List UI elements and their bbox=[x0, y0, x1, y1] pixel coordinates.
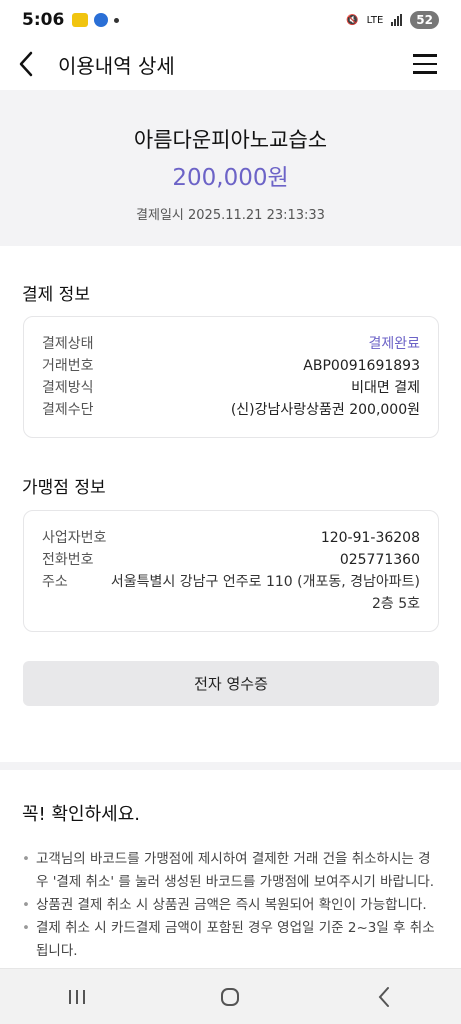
info-row-business-number: 사업자번호 120-91-36208 bbox=[42, 527, 420, 549]
app-notification-icon bbox=[94, 13, 109, 27]
row-label: 결제상태 bbox=[42, 336, 94, 352]
phone-value: 025771360 bbox=[339, 552, 420, 568]
info-row-method: 결제방식 비대면 결제 bbox=[42, 377, 420, 399]
row-label: 거래번호 bbox=[42, 358, 94, 374]
mute-icon: 🔇 bbox=[346, 14, 359, 26]
app-header: 이용내역 상세 bbox=[0, 40, 461, 88]
notice-item: 결제 취소 시 카드결제 금액이 포함된 경우 영업일 기준 2~3일 후 취소… bbox=[22, 917, 442, 963]
notice-item: 상품권 결제 취소 시 상품권 금액은 즉시 복원되어 확인이 가능합니다. bbox=[22, 894, 442, 917]
notification-icons bbox=[72, 13, 120, 27]
address-value: 서울특별시 강남구 언주로 110 (개포동, 경남아파트) 2층 5호 bbox=[111, 571, 420, 615]
row-label: 결제방식 bbox=[42, 380, 94, 396]
payment-instrument-value: (신)강남사랑상품권 200,000원 bbox=[230, 402, 420, 418]
recent-apps-button[interactable] bbox=[57, 977, 97, 1017]
merchant-info-title: 가맹점 정보 bbox=[22, 478, 106, 498]
notice-item: 고객님의 바코드를 가맹점에 제시하여 결제한 거래 건을 취소하시는 경우 '… bbox=[22, 848, 442, 894]
info-row-address: 주소 서울특별시 강남구 언주로 110 (개포동, 경남아파트) 2층 5호 bbox=[42, 571, 420, 615]
info-row-transaction-id: 거래번호 ABP0091691893 bbox=[42, 355, 420, 377]
chevron-left-icon bbox=[19, 51, 33, 77]
payment-info-card: 결제상태 결제완료 거래번호 ABP0091691893 결제방식 비대면 결제… bbox=[23, 316, 439, 438]
hamburger-icon-line bbox=[413, 71, 437, 74]
back-button[interactable] bbox=[18, 44, 48, 84]
payment-datetime: 결제일시 2025.11.21 23:13:33 bbox=[136, 208, 325, 223]
info-row-instrument: 결제수단 (신)강남사랑상품권 200,000원 bbox=[42, 399, 420, 421]
notice-title: 꼭! 확인하세요. bbox=[22, 804, 141, 825]
page-title: 이용내역 상세 bbox=[58, 53, 175, 78]
menu-button[interactable] bbox=[413, 49, 443, 79]
battery-icon: 52 bbox=[410, 11, 439, 29]
hamburger-icon-line bbox=[413, 62, 437, 66]
home-button[interactable] bbox=[210, 977, 250, 1017]
row-label: 사업자번호 bbox=[42, 530, 107, 546]
more-notifications-icon bbox=[114, 17, 120, 23]
merchant-info-card: 사업자번호 120-91-36208 전화번호 025771360 주소 서울특… bbox=[23, 510, 439, 632]
network-type-icon: LTE bbox=[366, 14, 384, 26]
address-line-2: 2층 5호 bbox=[371, 596, 420, 612]
status-bar: 5:06 🔇 LTE 52 bbox=[0, 0, 461, 40]
row-label: 결제수단 bbox=[42, 402, 94, 418]
back-nav-button[interactable] bbox=[364, 977, 404, 1017]
info-row-phone: 전화번호 025771360 bbox=[42, 549, 420, 571]
system-icons: 🔇 LTE 52 bbox=[346, 11, 439, 29]
payment-amount: 200,000원 bbox=[172, 165, 289, 191]
chevron-left-icon bbox=[378, 986, 390, 1007]
status-time: 5:06 bbox=[22, 10, 65, 30]
info-row-status: 결제상태 결제완료 bbox=[42, 333, 420, 355]
business-number-value: 120-91-36208 bbox=[320, 530, 420, 546]
home-icon bbox=[221, 987, 240, 1006]
row-label: 주소 bbox=[42, 574, 68, 590]
row-label: 전화번호 bbox=[42, 552, 94, 568]
e-receipt-button[interactable]: 전자 영수증 bbox=[23, 661, 439, 706]
payment-status-value: 결제완료 bbox=[368, 336, 420, 352]
system-nav-bar bbox=[0, 968, 461, 1024]
merchant-name: 아름다운피아노교습소 bbox=[133, 128, 328, 152]
payment-method-value: 비대면 결제 bbox=[351, 380, 420, 396]
address-line-1: 서울특별시 강남구 언주로 110 (개포동, 경남아파트) bbox=[110, 574, 420, 590]
transaction-id-value: ABP0091691893 bbox=[303, 358, 420, 374]
transaction-summary: 아름다운피아노교습소 200,000원 결제일시 2025.11.21 23:1… bbox=[0, 90, 461, 246]
recent-apps-icon bbox=[68, 989, 85, 1004]
signal-icon bbox=[391, 14, 403, 26]
hamburger-icon-line bbox=[413, 54, 437, 57]
payment-info-title: 결제 정보 bbox=[22, 285, 90, 305]
notice-list: 고객님의 바코드를 가맹점에 제시하여 결제한 거래 건을 취소하시는 경우 '… bbox=[22, 848, 442, 963]
section-divider bbox=[0, 762, 461, 770]
app-notification-icon bbox=[72, 13, 89, 27]
